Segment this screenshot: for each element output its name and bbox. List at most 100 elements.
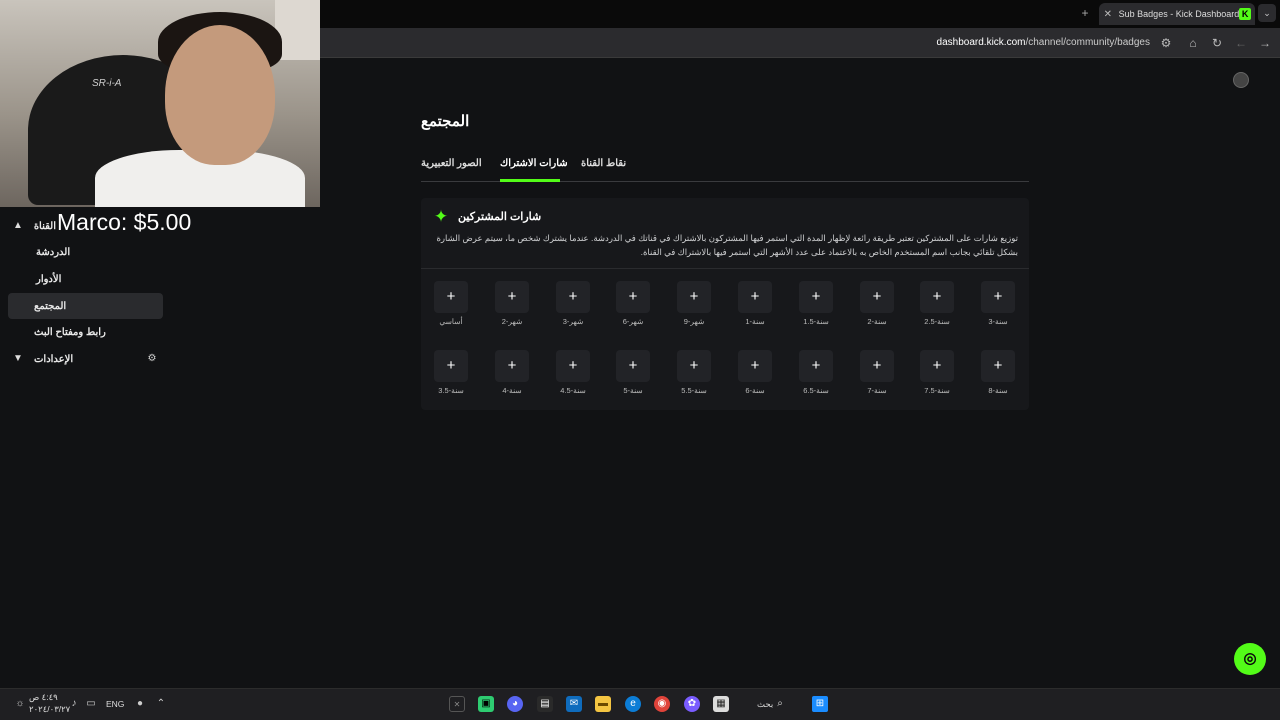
add-badge-button[interactable]: + — [981, 281, 1015, 313]
microphone-icon[interactable]: ● — [132, 696, 148, 712]
network-icon[interactable]: ▭ — [83, 696, 99, 712]
badge-slot: +1-سنة — [738, 281, 772, 326]
weather-icon[interactable]: ☼ — [12, 696, 28, 712]
badge-tier-label: 7.5-سنة — [924, 386, 950, 395]
discord-icon[interactable]: ◕ — [507, 696, 523, 712]
badge-tier-label: 3.5-سنة — [438, 386, 464, 395]
badge-slot: +6.5-سنة — [799, 350, 833, 395]
edge-icon[interactable]: e — [625, 696, 641, 712]
chrome-icon[interactable]: ◉ — [654, 696, 670, 712]
tab-title: Sub Badges - Kick Dashboard — [1118, 9, 1240, 19]
volume-icon[interactable]: ♪ — [66, 696, 82, 712]
taskbar-time[interactable]: ٤:٤٩ ص — [29, 692, 58, 703]
closed-app-icon[interactable]: ✕ — [449, 696, 465, 712]
sidebar-item-community[interactable]: المجتمع — [8, 293, 163, 319]
sidebar-item-label: الإعدادات — [34, 353, 74, 365]
store-icon[interactable]: ▤ — [537, 696, 553, 712]
folder-icon[interactable]: ▬ — [595, 696, 611, 712]
add-badge-button[interactable]: + — [616, 281, 650, 313]
add-badge-button[interactable]: + — [495, 350, 529, 382]
badge-slot: +2-سنة — [860, 281, 894, 326]
sidebar-item-settings[interactable]: الإعدادات — [8, 346, 128, 372]
add-badge-button[interactable]: + — [981, 350, 1015, 382]
add-badge-button[interactable]: + — [434, 350, 468, 382]
browser-tab-active[interactable]: ✕ Sub Badges - Kick Dashboard K — [1099, 3, 1255, 25]
chevron-up-icon[interactable]: ⌃ — [153, 696, 169, 712]
sidebar-item-label: القناة — [33, 220, 56, 232]
url-domain: dashboard.kick.com — [936, 37, 1026, 48]
active-tab-indicator — [500, 179, 560, 182]
windows-start-icon[interactable]: ⊞ — [812, 696, 828, 712]
badge-tier-label: 6-سنة — [745, 386, 765, 395]
add-badge-button[interactable]: + — [434, 281, 468, 313]
site-settings-icon[interactable]: ⚙ — [1158, 35, 1174, 51]
badge-slot: +6-سنة — [738, 350, 772, 395]
webcam-overlay: SR-i-A — [0, 0, 320, 207]
language-indicator[interactable]: ENG — [106, 699, 124, 709]
taskbar-search-label[interactable]: بحث — [757, 699, 773, 710]
sidebar-item-label: المجتمع — [34, 300, 67, 312]
add-badge-button[interactable]: + — [616, 350, 650, 382]
add-badge-button[interactable]: + — [556, 281, 590, 313]
badge-slot: +3-شهر — [556, 281, 590, 326]
badge-tier-label: 9-شهر — [683, 317, 705, 326]
panel-divider — [421, 268, 1029, 269]
badge-tier-label: 3-سنة — [988, 317, 1008, 326]
sidebar-item-channel[interactable]: القناة — [8, 213, 56, 239]
tab-close-icon[interactable]: ✕ — [1099, 9, 1117, 20]
badge-tier-label: 6.5-سنة — [803, 386, 829, 395]
badge-tier-label: 1.5-سنة — [803, 317, 829, 326]
streaming-app-icon[interactable]: ▣ — [478, 696, 494, 712]
tab-list-menu-button[interactable]: ⌄ — [1258, 4, 1276, 22]
add-badge-button[interactable]: + — [920, 281, 954, 313]
search-icon[interactable]: ⌕ — [772, 696, 788, 712]
badge-tier-label: 7-سنة — [867, 386, 887, 395]
tab-sub-badges[interactable]: شارات الاشتراك — [500, 158, 568, 169]
badge-slot: + أساسي — [434, 281, 468, 326]
badge-tier-label: أساسي — [439, 317, 463, 326]
sidebar-item-label: الأدوار — [36, 273, 62, 285]
add-badge-button[interactable]: + — [860, 281, 894, 313]
add-badge-button[interactable]: + — [738, 350, 772, 382]
add-badge-button[interactable]: + — [738, 281, 772, 313]
badge-slot: +4.5-سنة — [556, 350, 590, 395]
badge-slot: +2-شهر — [495, 281, 529, 326]
support-chat-button[interactable]: ◎ — [1234, 643, 1266, 675]
tab-emotes[interactable]: الصور التعبيرية — [421, 158, 482, 169]
reload-icon[interactable]: ↻ — [1209, 35, 1225, 51]
badge-slot: +3-سنة — [981, 281, 1015, 326]
sidebar-item-stream-key[interactable]: رابط ومفتاح البث — [8, 319, 163, 345]
add-badge-button[interactable]: + — [556, 350, 590, 382]
add-badge-button[interactable]: + — [799, 350, 833, 382]
back-arrow-icon[interactable]: ← — [1233, 35, 1249, 51]
sidebar-item-label: رابط ومفتاح البث — [34, 326, 106, 338]
add-badge-button[interactable]: + — [799, 281, 833, 313]
badge-slot: +3.5-سنة — [434, 350, 468, 395]
panel-description: توزيع شارات على المشتركين تعتبر طريقة را… — [436, 233, 1018, 257]
add-badge-button[interactable]: + — [860, 350, 894, 382]
badge-tier-label: 3-شهر — [562, 317, 584, 326]
donation-alert: Marco: $5.00 — [57, 209, 192, 235]
home-icon[interactable]: ⌂ — [1185, 35, 1201, 51]
page-title: المجتمع — [421, 113, 470, 130]
new-tab-button[interactable]: + — [1078, 6, 1092, 20]
url-field[interactable]: dashboard.kick.com/channel/community/bad… — [937, 37, 1150, 48]
sidebar-item-roles[interactable]: الأدوار — [8, 266, 163, 292]
taskbar-date[interactable]: ٢٠٢٤/٠٣/٢٧ — [29, 704, 70, 715]
add-badge-button[interactable]: + — [677, 350, 711, 382]
copilot-icon[interactable]: ✿ — [684, 696, 700, 712]
add-badge-button[interactable]: + — [920, 350, 954, 382]
add-badge-button[interactable]: + — [495, 281, 529, 313]
add-badge-button[interactable]: + — [677, 281, 711, 313]
badge-slot: +5.5-سنة — [677, 350, 711, 395]
forward-arrow-icon[interactable]: → — [1257, 35, 1273, 51]
badge-tier-label: 6-شهر — [622, 317, 644, 326]
tab-channel-points[interactable]: نقاط القناة — [581, 158, 626, 169]
mail-icon[interactable]: ✉ — [566, 696, 582, 712]
sidebar-item-chat[interactable]: الدردشة — [8, 239, 163, 265]
gear-icon[interactable]: ⚙ — [146, 353, 158, 365]
badge-tier-label: 2-سنة — [867, 317, 887, 326]
task-view-icon[interactable]: ▦ — [713, 696, 729, 712]
avatar[interactable] — [1233, 72, 1249, 88]
sparkle-icon: ✦ — [433, 207, 449, 226]
